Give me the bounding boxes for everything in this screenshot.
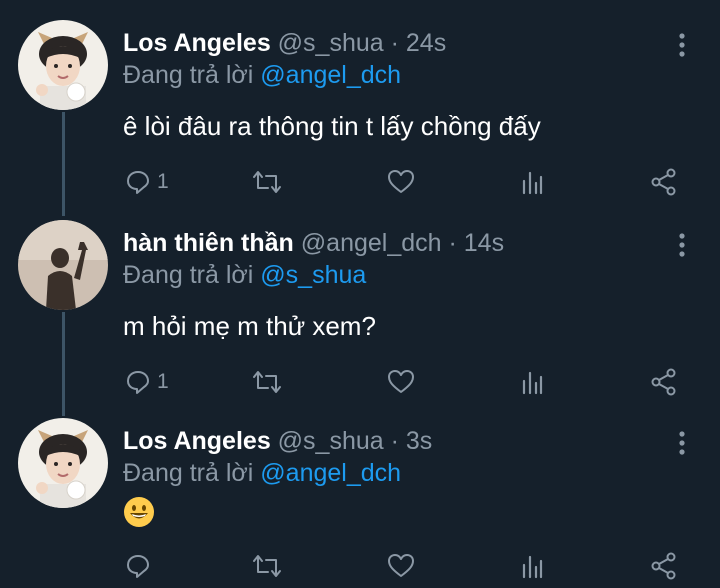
like-button[interactable]: [387, 362, 415, 402]
share-button[interactable]: [650, 162, 678, 202]
handle[interactable]: @s_shua: [278, 427, 384, 455]
reply-button[interactable]: 1: [125, 162, 169, 202]
share-icon: [651, 552, 676, 580]
timestamp[interactable]: 3s: [406, 427, 432, 455]
replying-to: Đang trả lời @s_shua: [123, 260, 366, 290]
analytics-button[interactable]: [520, 162, 544, 202]
mention-link[interactable]: @angel_dch: [260, 459, 401, 487]
replying-to: Đang trả lời @angel_dch: [123, 458, 401, 488]
replying-to-label: Đang trả lời: [123, 61, 254, 89]
display-name[interactable]: Los Angeles: [123, 427, 271, 455]
display-name[interactable]: hàn thiên thần: [123, 229, 294, 257]
retweet-button[interactable]: [252, 362, 282, 402]
timestamp[interactable]: 24s: [406, 29, 446, 57]
timestamp[interactable]: 14s: [464, 229, 504, 257]
heart-icon: [388, 554, 414, 577]
tweet-header: hàn thiên thần @angel_dch · 14s: [123, 228, 504, 258]
analytics-button[interactable]: [520, 546, 544, 586]
tweet[interactable]: Los Angeles @s_shua · 24s Đang trả lời @…: [0, 20, 720, 210]
reply-button[interactable]: 1: [125, 362, 169, 402]
like-button[interactable]: [387, 546, 415, 586]
reply-icon: [127, 371, 149, 394]
share-button[interactable]: [650, 546, 678, 586]
like-button[interactable]: [387, 162, 415, 202]
mention-link[interactable]: @angel_dch: [260, 61, 401, 89]
reply-button[interactable]: [125, 546, 157, 586]
replying-to-label: Đang trả lời: [123, 261, 254, 289]
reply-icon: [127, 555, 149, 578]
avatar[interactable]: [18, 418, 108, 508]
tweet-actions: 1: [0, 162, 720, 202]
retweet-icon: [253, 371, 281, 393]
retweet-button[interactable]: [252, 546, 282, 586]
reply-icon: [127, 171, 149, 194]
separator: ·: [390, 427, 399, 455]
tweet-actions: [0, 546, 720, 586]
analytics-icon: [522, 555, 543, 579]
tweet-header: Los Angeles @s_shua · 24s: [123, 28, 446, 58]
avatar[interactable]: [18, 20, 108, 110]
share-button[interactable]: [650, 362, 678, 402]
reply-count: 1: [157, 170, 169, 193]
analytics-icon: [522, 171, 543, 195]
heart-icon: [388, 370, 414, 393]
reply-count: 1: [157, 370, 169, 393]
heart-icon: [388, 170, 414, 193]
tweet-text: ê lòi đâu ra thông tin t lấy chồng đấy: [123, 111, 541, 141]
tweet[interactable]: hàn thiên thần @angel_dch · 14s Đang trả…: [0, 220, 720, 410]
analytics-icon: [522, 371, 543, 395]
analytics-button[interactable]: [520, 362, 544, 402]
retweet-icon: [253, 171, 281, 193]
retweet-icon: [253, 555, 281, 577]
more-vertical-icon[interactable]: [672, 428, 692, 458]
more-vertical-icon[interactable]: [672, 230, 692, 260]
separator: ·: [390, 29, 399, 57]
share-icon: [651, 368, 676, 396]
mention-link[interactable]: @s_shua: [260, 261, 366, 289]
replying-to: Đang trả lời @angel_dch: [123, 60, 401, 90]
handle[interactable]: @angel_dch: [301, 229, 442, 257]
separator: ·: [448, 229, 457, 257]
tweet-actions: 1: [0, 362, 720, 402]
retweet-button[interactable]: [252, 162, 282, 202]
replying-to-label: Đang trả lời: [123, 459, 254, 487]
tweet-text: m hỏi mẹ m thử xem?: [123, 311, 376, 341]
tweet[interactable]: Los Angeles @s_shua · 3s Đang trả lời @a…: [0, 418, 720, 588]
handle[interactable]: @s_shua: [278, 29, 384, 57]
share-icon: [651, 168, 676, 196]
grinning-face-emoji: [123, 496, 155, 533]
more-vertical-icon[interactable]: [672, 30, 692, 60]
avatar[interactable]: [18, 220, 108, 310]
tweet-header: Los Angeles @s_shua · 3s: [123, 426, 432, 456]
display-name[interactable]: Los Angeles: [123, 29, 271, 57]
